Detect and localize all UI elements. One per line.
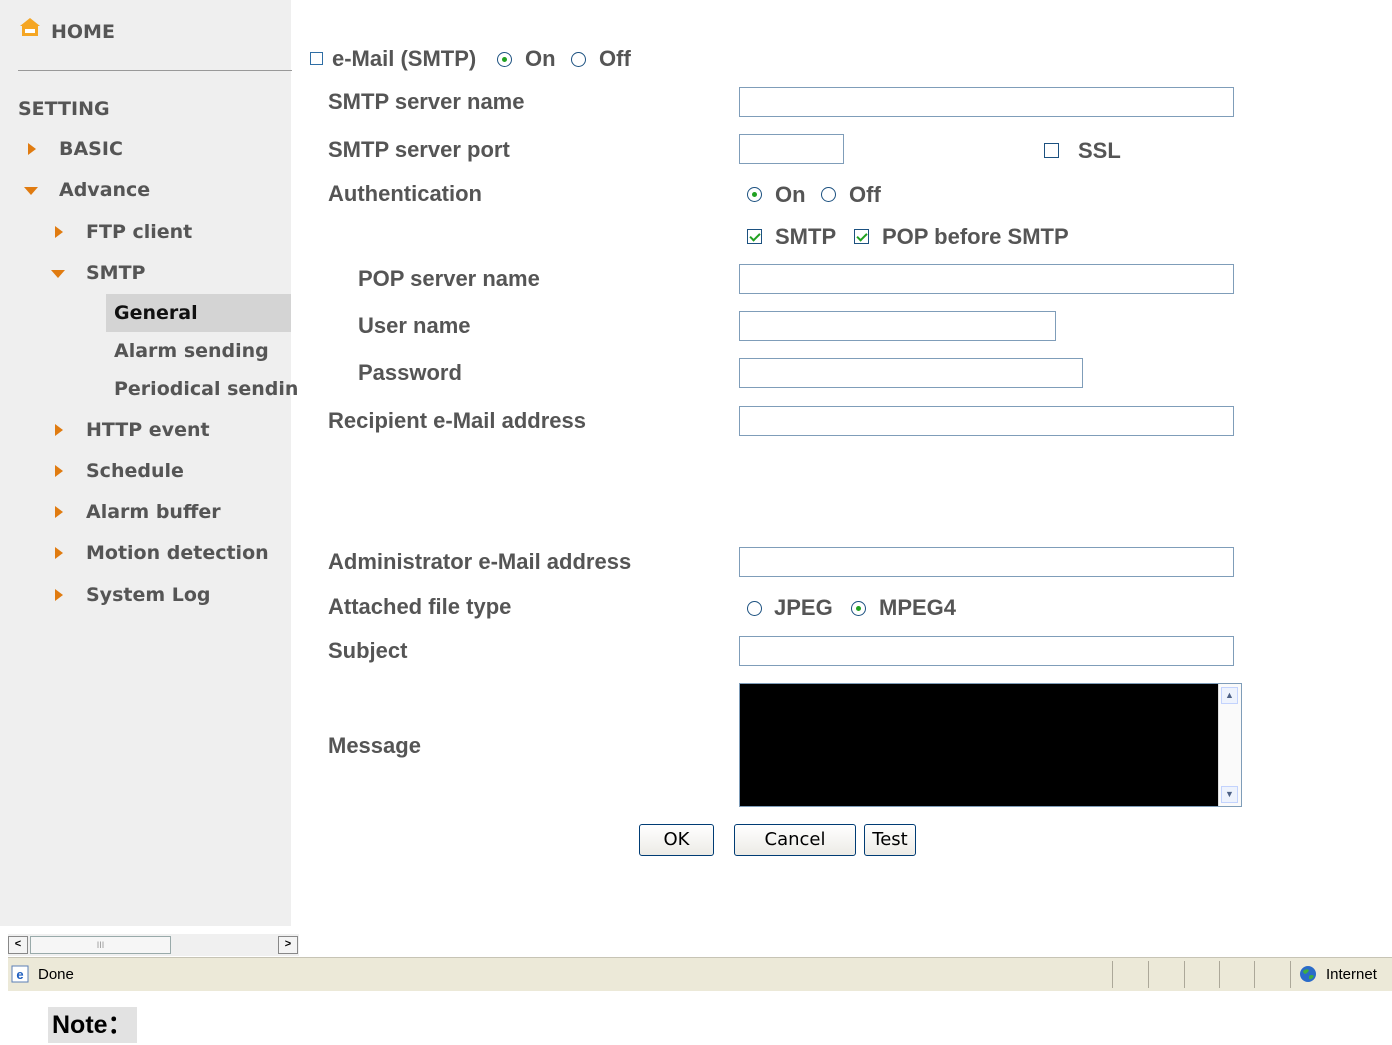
divider bbox=[18, 70, 292, 71]
scroll-right-button[interactable]: > bbox=[278, 936, 298, 954]
setting-heading: SETTING bbox=[18, 98, 110, 120]
auth-smtp-checkbox[interactable] bbox=[747, 229, 762, 244]
status-bar: e Done Internet bbox=[8, 957, 1392, 991]
status-divider bbox=[1184, 961, 1185, 988]
auth-smtp-label: SMTP bbox=[775, 224, 837, 249]
pop-server-name-input[interactable] bbox=[739, 264, 1234, 294]
recipient-email-input[interactable] bbox=[739, 406, 1234, 436]
mpeg4-radio[interactable] bbox=[851, 601, 866, 616]
cancel-button[interactable]: Cancel bbox=[734, 824, 856, 856]
message-label: Message bbox=[328, 733, 421, 758]
security-zone-text: Internet bbox=[1326, 966, 1377, 983]
user-name-input[interactable] bbox=[739, 311, 1056, 341]
expanded-arrow-icon bbox=[24, 187, 38, 195]
auth-on-label: On bbox=[775, 182, 806, 207]
note-heading: Note： bbox=[48, 1007, 137, 1043]
email-on-label: On bbox=[525, 46, 556, 71]
nav-periodical-sending[interactable]: Periodical sendin bbox=[114, 378, 298, 400]
authentication-label: Authentication bbox=[328, 181, 482, 206]
home-icon[interactable] bbox=[19, 17, 41, 37]
nav-general[interactable]: General bbox=[114, 302, 198, 324]
section-square-icon bbox=[310, 52, 323, 65]
collapsed-arrow-icon bbox=[55, 589, 63, 601]
password-input[interactable] bbox=[739, 358, 1083, 388]
test-button[interactable]: Test bbox=[864, 824, 916, 856]
status-divider bbox=[1112, 961, 1113, 988]
pop-before-smtp-checkbox[interactable] bbox=[854, 229, 869, 244]
subject-input[interactable] bbox=[739, 636, 1234, 666]
nav-advance[interactable]: Advance bbox=[59, 179, 150, 201]
scroll-down-icon[interactable]: ▼ bbox=[1221, 786, 1238, 803]
collapsed-arrow-icon bbox=[28, 143, 36, 155]
attached-file-type-label: Attached file type bbox=[328, 594, 512, 619]
collapsed-arrow-icon bbox=[55, 547, 63, 559]
sidebar: HOME SETTING BASIC Advance FTP client SM… bbox=[0, 0, 298, 926]
pop-before-smtp-label: POP before SMTP bbox=[882, 224, 1069, 249]
email-smtp-title: e-Mail (SMTP) bbox=[332, 46, 477, 71]
status-divider bbox=[1219, 961, 1220, 988]
recipient-email-label: Recipient e-Mail address bbox=[328, 408, 586, 433]
svg-text:e: e bbox=[16, 967, 23, 982]
collapsed-arrow-icon bbox=[55, 424, 63, 436]
globe-icon bbox=[1300, 966, 1316, 982]
scroll-thumb[interactable]: III bbox=[30, 936, 171, 954]
auth-off-radio[interactable] bbox=[821, 187, 836, 202]
smtp-server-name-input[interactable] bbox=[739, 87, 1234, 117]
password-label: Password bbox=[358, 360, 462, 385]
auth-off-label: Off bbox=[849, 182, 881, 207]
ok-button[interactable]: OK bbox=[639, 824, 714, 856]
subject-label: Subject bbox=[328, 638, 408, 663]
auth-on-radio[interactable] bbox=[747, 187, 762, 202]
nav-alarm-sending[interactable]: Alarm sending bbox=[114, 340, 269, 362]
email-off-radio[interactable] bbox=[571, 52, 586, 67]
admin-email-input[interactable] bbox=[739, 547, 1234, 577]
ie-page-icon: e bbox=[11, 965, 29, 983]
jpeg-radio[interactable] bbox=[747, 601, 762, 616]
nav-motion-detection[interactable]: Motion detection bbox=[86, 542, 269, 564]
smtp-server-port-input[interactable] bbox=[739, 134, 844, 164]
ssl-label: SSL bbox=[1078, 138, 1121, 163]
ssl-checkbox[interactable] bbox=[1044, 143, 1059, 158]
user-name-label: User name bbox=[358, 313, 471, 338]
email-on-radio[interactable] bbox=[497, 52, 512, 67]
status-divider bbox=[1254, 961, 1255, 988]
nav-smtp[interactable]: SMTP bbox=[86, 262, 145, 284]
nav-ftp-client[interactable]: FTP client bbox=[86, 221, 192, 243]
mpeg4-label: MPEG4 bbox=[879, 595, 957, 620]
nav-basic[interactable]: BASIC bbox=[59, 138, 123, 160]
status-text: Done bbox=[38, 966, 74, 983]
scroll-left-button[interactable]: < bbox=[8, 936, 28, 954]
status-divider bbox=[1290, 961, 1291, 988]
message-scrollbar[interactable]: ▲ ▼ bbox=[1218, 684, 1241, 806]
smtp-server-name-label: SMTP server name bbox=[328, 89, 525, 114]
smtp-server-port-label: SMTP server port bbox=[328, 137, 510, 162]
expanded-arrow-icon bbox=[51, 270, 65, 278]
email-off-label: Off bbox=[599, 46, 631, 71]
status-divider bbox=[1148, 961, 1149, 988]
nav-alarm-buffer[interactable]: Alarm buffer bbox=[86, 501, 221, 523]
message-textarea[interactable]: ▲ ▼ bbox=[739, 683, 1242, 807]
nav-home[interactable]: HOME bbox=[51, 21, 115, 43]
collapsed-arrow-icon bbox=[55, 465, 63, 477]
horizontal-scrollbar[interactable]: < III > bbox=[8, 934, 299, 956]
nav-http-event[interactable]: HTTP event bbox=[86, 419, 210, 441]
scroll-up-icon[interactable]: ▲ bbox=[1221, 687, 1238, 704]
admin-email-label: Administrator e-Mail address bbox=[328, 549, 632, 574]
collapsed-arrow-icon bbox=[55, 506, 63, 518]
nav-system-log[interactable]: System Log bbox=[86, 584, 211, 606]
jpeg-label: JPEG bbox=[774, 595, 833, 620]
nav-schedule[interactable]: Schedule bbox=[86, 460, 184, 482]
collapsed-arrow-icon bbox=[55, 226, 63, 238]
pop-server-name-label: POP server name bbox=[358, 266, 540, 291]
